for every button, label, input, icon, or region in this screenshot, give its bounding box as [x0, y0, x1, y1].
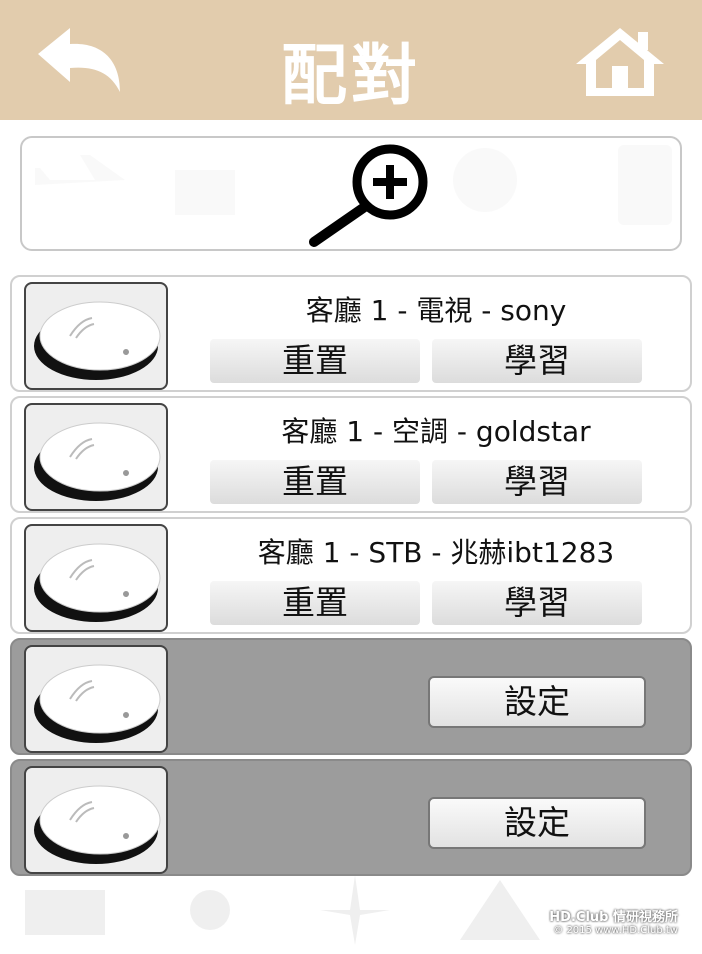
home-icon[interactable] — [574, 24, 666, 98]
watermark: HD.Club 情研視務所 © 2015 www.HD.Club.tw — [549, 906, 678, 936]
sun-icon — [190, 890, 230, 930]
ir-blaster-image — [24, 524, 168, 632]
device-row: 客廳 1 - 電視 - sony 重置 學習 — [10, 275, 692, 392]
ir-blaster-image — [24, 766, 168, 874]
device-name: 客廳 1 - 空調 - goldstar — [281, 415, 591, 448]
empty-device-slot: 設定 — [10, 759, 692, 876]
device-row: 客廳 1 - STB - 兆赫ibt1283 重置 學習 — [10, 517, 692, 634]
reset-button[interactable]: 重置 — [210, 339, 420, 383]
snowflake-icon — [320, 875, 390, 945]
ir-blaster-image — [24, 282, 168, 390]
camera-icon — [25, 890, 105, 935]
watermark-line1: HD.Club 情研視務所 — [549, 910, 678, 925]
header-bar: 配對 — [0, 0, 702, 120]
warning-icon — [460, 880, 540, 940]
ir-blaster-image — [24, 403, 168, 511]
ir-blaster-image — [24, 645, 168, 753]
watermark-line2: © 2015 www.HD.Club.tw — [553, 925, 678, 936]
reset-button[interactable]: 重置 — [210, 460, 420, 504]
empty-device-slot: 設定 — [10, 638, 692, 755]
search-device-button[interactable] — [20, 136, 682, 251]
setting-button[interactable]: 設定 — [428, 797, 646, 849]
learn-button[interactable]: 學習 — [432, 581, 642, 625]
learn-button[interactable]: 學習 — [432, 460, 642, 504]
reset-button[interactable]: 重置 — [210, 581, 420, 625]
learn-button[interactable]: 學習 — [432, 339, 642, 383]
device-name: 客廳 1 - STB - 兆赫ibt1283 — [257, 536, 615, 569]
setting-button[interactable]: 設定 — [428, 676, 646, 728]
search-add-icon — [309, 144, 428, 247]
device-name: 客廳 1 - 電視 - sony — [305, 294, 567, 327]
device-row: 客廳 1 - 空調 - goldstar 重置 學習 — [10, 396, 692, 513]
